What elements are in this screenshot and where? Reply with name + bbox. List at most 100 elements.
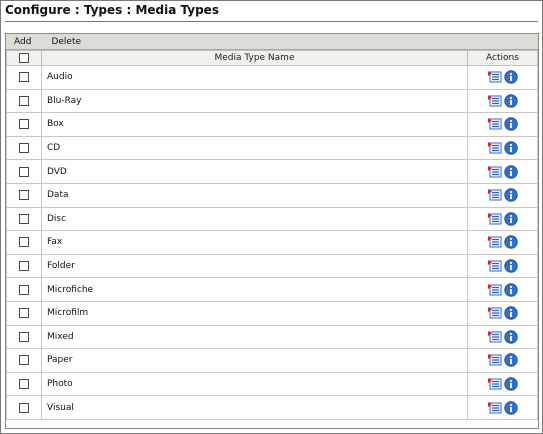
edit-list-icon[interactable] bbox=[487, 165, 502, 179]
media-type-name: DVD bbox=[41, 159, 468, 184]
row-checkbox[interactable] bbox=[19, 143, 29, 154]
info-icon[interactable] bbox=[503, 377, 518, 391]
table-row[interactable]: Paper bbox=[6, 348, 538, 373]
table-row[interactable]: Blu-Ray bbox=[6, 88, 538, 114]
media-types-panel: Add Delete Media Type Name Actions Audio… bbox=[5, 33, 539, 429]
column-header-actions: Actions bbox=[467, 50, 538, 66]
edit-list-icon[interactable] bbox=[487, 259, 502, 273]
info-icon[interactable] bbox=[503, 141, 518, 155]
table-row[interactable]: Audio bbox=[6, 65, 538, 90]
media-type-name: Audio bbox=[41, 65, 468, 90]
info-icon[interactable] bbox=[503, 330, 518, 344]
info-icon[interactable] bbox=[503, 282, 518, 297]
media-type-name: Microfiche bbox=[41, 277, 468, 302]
table-row[interactable]: Disc bbox=[6, 206, 538, 232]
media-types-table: Media Type Name Actions Audio Blu-Ray Box C… bbox=[6, 50, 538, 420]
row-select-cell bbox=[6, 395, 42, 420]
table-row[interactable]: Visual bbox=[6, 395, 538, 420]
info-icon[interactable] bbox=[503, 259, 518, 273]
media-type-name: Box bbox=[41, 112, 468, 137]
table-row[interactable]: Fax bbox=[6, 230, 538, 255]
row-actions-cell bbox=[467, 395, 538, 420]
row-actions-cell bbox=[467, 159, 538, 184]
toolbar: Add Delete bbox=[6, 34, 538, 50]
title-divider bbox=[5, 21, 538, 22]
row-actions-cell bbox=[467, 253, 538, 279]
row-actions-cell bbox=[467, 324, 538, 350]
add-button[interactable]: Add bbox=[14, 37, 31, 47]
row-checkbox[interactable] bbox=[19, 72, 29, 83]
row-select-cell bbox=[6, 88, 42, 114]
info-icon[interactable] bbox=[503, 70, 518, 84]
row-actions-cell bbox=[467, 65, 538, 90]
edit-list-icon[interactable] bbox=[487, 235, 502, 249]
media-type-name: Paper bbox=[41, 348, 468, 373]
row-checkbox[interactable] bbox=[19, 95, 29, 106]
info-icon[interactable] bbox=[503, 353, 518, 368]
info-icon[interactable] bbox=[503, 117, 518, 132]
media-type-name: Fax bbox=[41, 230, 468, 255]
edit-list-icon[interactable] bbox=[487, 141, 502, 155]
edit-list-icon[interactable] bbox=[487, 188, 502, 202]
row-select-cell bbox=[6, 206, 42, 232]
select-all-checkbox[interactable] bbox=[19, 53, 29, 63]
row-actions-cell bbox=[467, 230, 538, 255]
row-actions-cell bbox=[467, 135, 538, 161]
table-header-row: Media Type Name Actions bbox=[6, 50, 538, 66]
row-select-cell bbox=[6, 230, 42, 255]
media-type-name: CD bbox=[41, 135, 468, 161]
table-row[interactable]: Microfiche bbox=[6, 277, 538, 302]
row-checkbox[interactable] bbox=[19, 261, 29, 272]
table-row[interactable]: Mixed bbox=[6, 324, 538, 350]
info-icon[interactable] bbox=[503, 164, 518, 179]
edit-list-icon[interactable] bbox=[487, 94, 502, 108]
row-select-cell bbox=[6, 300, 42, 326]
table-row[interactable]: Box bbox=[6, 112, 538, 137]
table-row[interactable]: Data bbox=[6, 182, 538, 208]
edit-list-icon[interactable] bbox=[487, 353, 502, 367]
window-frame: Configure : Types : Media Types Add Dele… bbox=[0, 0, 543, 434]
edit-list-icon[interactable] bbox=[487, 117, 502, 131]
table-row[interactable]: DVD bbox=[6, 159, 538, 184]
edit-list-icon[interactable] bbox=[487, 70, 502, 84]
row-select-cell bbox=[6, 159, 42, 184]
row-checkbox[interactable] bbox=[19, 166, 29, 177]
row-checkbox[interactable] bbox=[19, 379, 29, 390]
table-row[interactable]: Microfilm bbox=[6, 300, 538, 326]
table-row[interactable]: Folder bbox=[6, 253, 538, 279]
row-checkbox[interactable] bbox=[19, 213, 29, 224]
table-body: Audio Blu-Ray Box CD DVD Data Disc Fax Folder Mic… bbox=[6, 65, 538, 420]
row-checkbox[interactable] bbox=[19, 355, 29, 366]
row-select-cell bbox=[6, 324, 42, 350]
info-icon[interactable] bbox=[503, 306, 518, 320]
row-checkbox[interactable] bbox=[19, 284, 29, 295]
edit-list-icon[interactable] bbox=[487, 306, 502, 320]
info-icon[interactable] bbox=[503, 188, 518, 202]
delete-button[interactable]: Delete bbox=[51, 37, 81, 47]
column-header-name[interactable]: Media Type Name bbox=[41, 50, 468, 66]
row-checkbox[interactable] bbox=[19, 119, 29, 130]
row-actions-cell bbox=[467, 112, 538, 137]
select-all-header bbox=[6, 50, 42, 66]
info-icon[interactable] bbox=[503, 235, 518, 250]
media-type-name: Microfilm bbox=[41, 300, 468, 326]
edit-list-icon[interactable] bbox=[487, 212, 502, 226]
edit-list-icon[interactable] bbox=[487, 330, 502, 344]
media-type-name: Photo bbox=[41, 371, 468, 397]
row-actions-cell bbox=[467, 348, 538, 373]
info-icon[interactable] bbox=[503, 212, 518, 226]
edit-list-icon[interactable] bbox=[487, 401, 502, 415]
row-checkbox[interactable] bbox=[19, 308, 29, 319]
edit-list-icon[interactable] bbox=[487, 377, 502, 391]
row-checkbox[interactable] bbox=[19, 237, 29, 248]
media-type-name: Disc bbox=[41, 206, 468, 232]
info-icon[interactable] bbox=[503, 94, 518, 108]
row-checkbox[interactable] bbox=[19, 402, 29, 413]
row-select-cell bbox=[6, 371, 42, 397]
info-icon[interactable] bbox=[503, 400, 518, 415]
row-checkbox[interactable] bbox=[19, 190, 29, 201]
table-row[interactable]: Photo bbox=[6, 371, 538, 397]
row-checkbox[interactable] bbox=[19, 331, 29, 342]
edit-list-icon[interactable] bbox=[487, 283, 502, 297]
table-row[interactable]: CD bbox=[6, 135, 538, 161]
